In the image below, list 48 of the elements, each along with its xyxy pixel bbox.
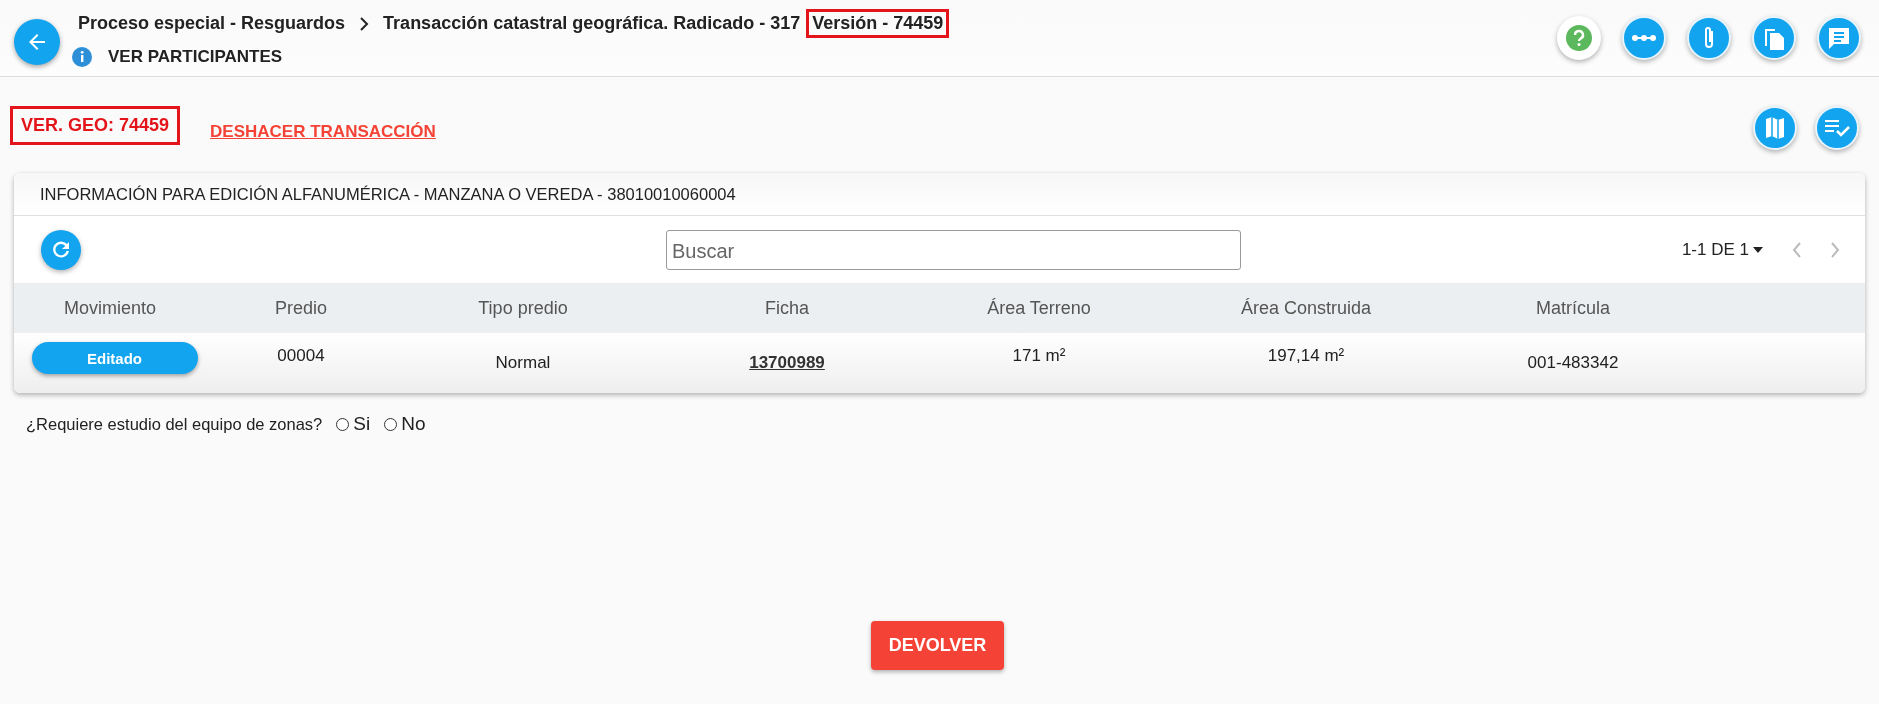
checklist-button[interactable] [1815, 105, 1859, 150]
help-button[interactable] [1557, 16, 1601, 60]
documents-icon [1763, 26, 1785, 50]
chevron-right-icon [359, 16, 370, 31]
paperclip-button[interactable] [1687, 16, 1731, 60]
next-page-icon[interactable] [1829, 240, 1841, 259]
search-field[interactable]: Buscar [666, 229, 1241, 270]
previous-page-icon[interactable] [1791, 240, 1803, 259]
table-cell: 197,14 m² [1267, 346, 1345, 366]
checklist-icon [1824, 117, 1850, 138]
column-header: Área Construida [1240, 297, 1372, 319]
breadcrumb-item: Proceso especial - Resguardos [77, 12, 347, 35]
radio-button[interactable] [336, 417, 350, 431]
column-header: Movimiento [64, 297, 156, 319]
column-header: Tipo predio [478, 297, 568, 319]
map-button[interactable] [1753, 105, 1797, 150]
help-icon [1565, 24, 1593, 52]
breadcrumb-item: Transacción catastral geográfica. Radicado - 317 [382, 12, 802, 35]
comment-list-icon [1827, 26, 1851, 50]
info-icon [72, 47, 92, 67]
table-cell: Normal [495, 353, 551, 373]
connected-dots-icon [1631, 33, 1657, 43]
column-header: Ficha [765, 297, 809, 319]
table-cell: 001-483342 [1527, 353, 1619, 373]
radio-label: Si [353, 413, 371, 435]
column-header: Predio [275, 297, 327, 319]
comment-list-button[interactable] [1817, 16, 1861, 60]
connected-dots-button[interactable] [1622, 16, 1666, 60]
refresh-button[interactable] [41, 229, 81, 270]
geo-version-label: VER. GEO: 74459 [10, 105, 181, 145]
column-header: Matrícula [1536, 297, 1610, 319]
back-button[interactable] [14, 19, 60, 65]
participants-link[interactable]: VER PARTICIPANTES [108, 47, 283, 67]
column-header: Área Terreno [987, 297, 1091, 319]
caret-down-icon [1753, 246, 1763, 253]
ficha-link[interactable]: 13700989 [749, 353, 825, 373]
undo-transaction-link[interactable]: DESHACER TRANSACCIÓN [210, 122, 436, 142]
question-label: ¿Requiere estudio del equipo de zonas? [26, 414, 323, 434]
breadcrumb-item: Versión - 74459 [806, 9, 950, 38]
pagination-dropdown[interactable]: 1-1 DE 1 [1681, 239, 1763, 260]
radio-button[interactable] [384, 417, 398, 431]
map-icon [1765, 115, 1785, 140]
documents-button[interactable] [1752, 16, 1796, 60]
radio-label: No [401, 413, 426, 435]
table-cell: 171 m² [1012, 346, 1066, 366]
card-title: INFORMACIÓN PARA EDICIÓN ALFANUMÉRICA - MANZANA O VEREDA - 38010010060004 [14, 173, 1865, 216]
return-button[interactable]: DEVOLVER [871, 621, 1004, 670]
table-cell: 00004 [277, 346, 325, 366]
